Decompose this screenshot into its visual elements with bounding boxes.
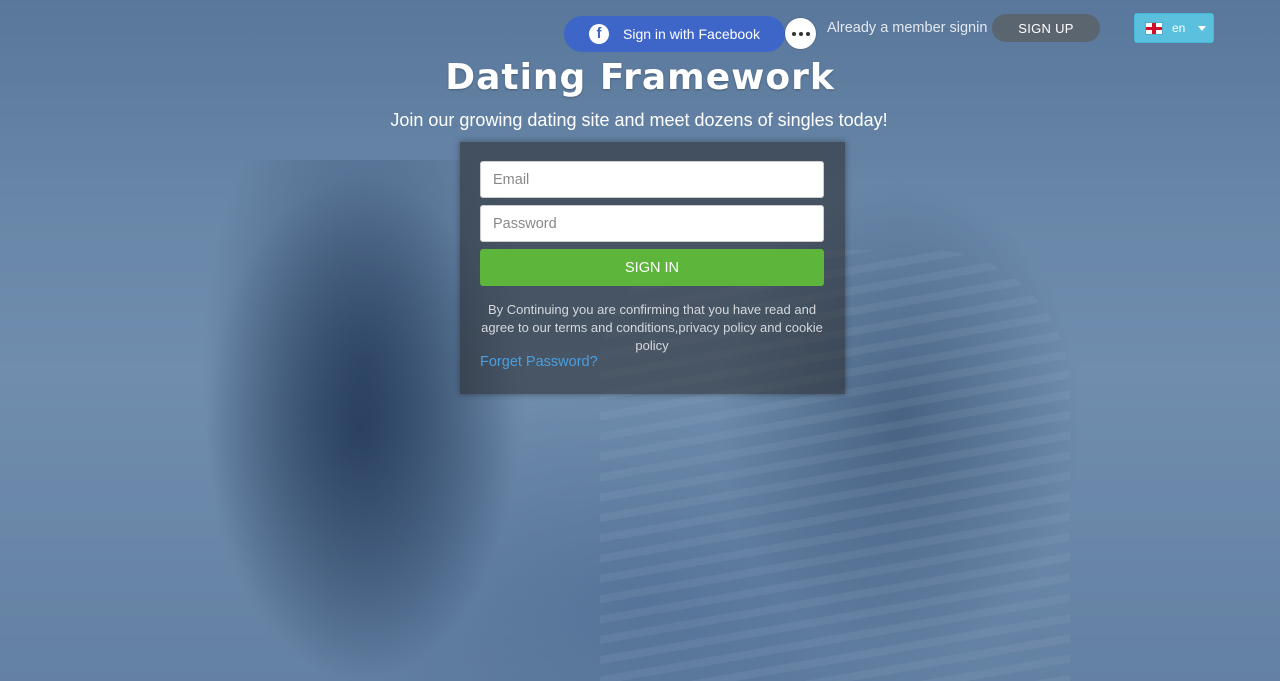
member-signin-text: Already a member signin — [827, 20, 988, 36]
caret-down-icon — [1198, 25, 1207, 31]
signup-button[interactable]: SIGN UP — [992, 14, 1100, 42]
england-flag-icon — [1146, 22, 1162, 34]
tagline: Join our growing dating site and meet do… — [390, 110, 888, 130]
more-dots-icon — [791, 31, 810, 36]
language-selector[interactable]: en — [1134, 13, 1214, 43]
facebook-signin-button[interactable]: f Sign in with Facebook — [564, 16, 785, 52]
more-options-button[interactable] — [785, 18, 816, 49]
site-title: Dating Framework — [445, 57, 835, 98]
terms-text: By Continuing you are confirming that yo… — [481, 302, 823, 353]
signin-button[interactable]: SIGN IN — [480, 249, 824, 286]
password-field[interactable] — [480, 205, 824, 242]
facebook-icon: f — [589, 24, 609, 44]
facebook-signin-label: Sign in with Facebook — [623, 26, 760, 42]
forget-password-link[interactable]: Forget Password? — [480, 354, 598, 370]
email-field[interactable] — [480, 161, 824, 198]
language-label: en — [1172, 21, 1186, 35]
